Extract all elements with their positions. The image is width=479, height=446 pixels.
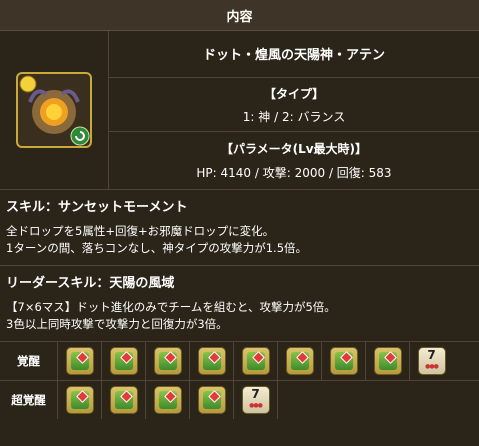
param-values: HP: 4140 / 攻撃: 2000 / 回復: 583 bbox=[196, 166, 392, 181]
monster-info: ドット・煌風の天陽神・アテン 【タイプ】 1: 神 / 2: バランス 【パラメ… bbox=[0, 31, 479, 190]
monster-type-row: 【タイプ】 1: 神 / 2: バランス bbox=[109, 78, 479, 133]
header-title: 内容 bbox=[226, 9, 253, 25]
super-awakening-cell bbox=[58, 381, 102, 419]
skill-title: スキル：サンセットモーメント bbox=[6, 200, 188, 215]
awakening-cell bbox=[102, 342, 146, 380]
monster-icon-cell bbox=[0, 31, 109, 189]
super-awakening-label: 超覚醒 bbox=[0, 381, 58, 419]
awakening-icon[interactable] bbox=[373, 347, 402, 375]
super-awakening-cell: 7 ●●● bbox=[234, 381, 278, 419]
leader-skill-line-1: 【7×6マス】ドット進化のみでチームを組むと、攻撃力が5倍。 bbox=[6, 300, 336, 314]
awakening-label: 覚醒 bbox=[0, 342, 58, 380]
awakening-cell bbox=[58, 342, 102, 380]
awakening-icon[interactable] bbox=[329, 347, 358, 375]
seven-combo-icon[interactable]: 7 ●●● bbox=[417, 347, 446, 375]
awakening-cell: 7 ●●● bbox=[410, 342, 453, 380]
skill-section: スキル：サンセットモーメント 全ドロップを5属性+回復+お邪魔ドロップに変化。 … bbox=[0, 190, 479, 266]
type-heading: 【タイプ】 bbox=[263, 86, 324, 101]
awakening-icon[interactable] bbox=[285, 347, 314, 375]
monster-param-row: 【パラメータ(Lv最大時)】 HP: 4140 / 攻撃: 2000 / 回復:… bbox=[109, 132, 479, 189]
awakening-icon[interactable] bbox=[153, 386, 182, 414]
awakening-icon[interactable] bbox=[197, 347, 226, 375]
leader-skill-section: リーダースキル：天陽の風域 【7×6マス】ドット進化のみでチームを組むと、攻撃力… bbox=[0, 266, 479, 342]
skill-line-2: 1ターンの間、落ちコンなし、神タイプの攻撃力が1.5倍。 bbox=[6, 241, 308, 255]
super-awakening-row: 超覚醒 7 ●●● bbox=[0, 381, 479, 419]
type-values: 1: 神 / 2: バランス bbox=[242, 109, 346, 124]
awakening-row: 覚醒 7 ●●● bbox=[0, 342, 479, 381]
leader-skill-line-2: 3色以上同時攻撃で攻撃力と回復力が3倍。 bbox=[6, 317, 228, 331]
monster-name: ドット・煌風の天陽神・アテン bbox=[202, 48, 385, 64]
awakening-cell bbox=[190, 342, 234, 380]
awakening-cell bbox=[366, 342, 410, 380]
awakening-icon[interactable] bbox=[109, 386, 138, 414]
awakening-cell bbox=[234, 342, 278, 380]
awakening-icon[interactable] bbox=[109, 347, 138, 375]
super-awakening-cell bbox=[190, 381, 234, 419]
awakening-cell bbox=[322, 342, 366, 380]
monster-portrait-icon[interactable] bbox=[16, 72, 92, 148]
awakening-icon[interactable] bbox=[65, 347, 94, 375]
param-heading: 【パラメータ(Lv最大時)】 bbox=[220, 142, 368, 157]
awakening-icon[interactable] bbox=[197, 386, 226, 414]
content-header: 内容 bbox=[0, 0, 479, 31]
super-awakening-cell bbox=[102, 381, 146, 419]
leader-skill-title: リーダースキル：天陽の風域 bbox=[6, 276, 175, 291]
skill-line-1: 全ドロップを5属性+回復+お邪魔ドロップに変化。 bbox=[6, 224, 275, 238]
awakening-icon[interactable] bbox=[153, 347, 182, 375]
awakening-icon[interactable] bbox=[65, 386, 94, 414]
seven-combo-icon[interactable]: 7 ●●● bbox=[241, 386, 270, 414]
monster-name-row: ドット・煌風の天陽神・アテン bbox=[109, 31, 479, 78]
awakening-icon[interactable] bbox=[241, 347, 270, 375]
awakening-cell bbox=[278, 342, 322, 380]
super-awakening-cell bbox=[146, 381, 190, 419]
awakening-cell bbox=[146, 342, 190, 380]
